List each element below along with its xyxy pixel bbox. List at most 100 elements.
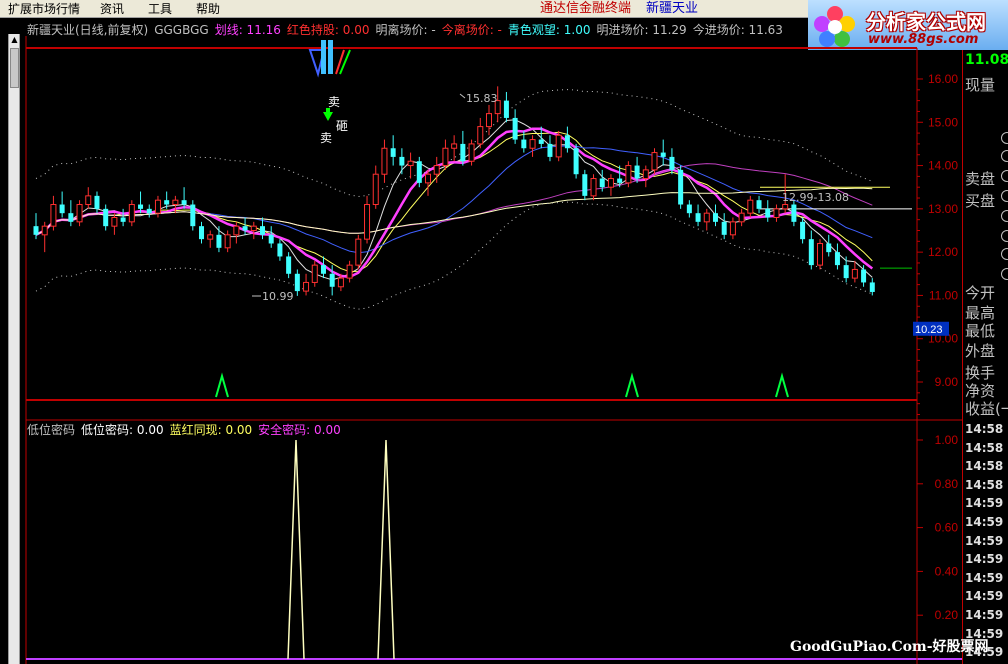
- indicator-safe-code: 安全密码: 0.00: [258, 423, 341, 437]
- tick-time: 14:58: [965, 440, 1004, 455]
- candle-body: [250, 225, 257, 231]
- candle: [678, 165, 684, 209]
- sub-tick-label: 0.20: [935, 608, 959, 622]
- candle-body: [207, 234, 214, 240]
- smash-label: 砸: [336, 119, 348, 133]
- candle: [442, 139, 449, 170]
- candle-body: [617, 178, 623, 183]
- sub-tick-label: 0.40: [935, 564, 959, 578]
- quote-row-indicator: [1001, 230, 1008, 242]
- candle: [703, 208, 710, 231]
- candle-body: [782, 204, 789, 210]
- price-tick-label: 13.00: [928, 202, 958, 216]
- watermark: GoodGuPiao.Com-好股票网: [790, 639, 989, 655]
- tick-time: 14:58: [965, 422, 1004, 436]
- candle: [224, 230, 231, 253]
- candle-body: [599, 178, 605, 188]
- candle-body: [538, 139, 544, 144]
- candle: [800, 217, 806, 244]
- candle: [582, 169, 588, 201]
- candle: [120, 208, 126, 227]
- candle-body: [233, 225, 240, 236]
- quote-label: 卖盘: [965, 170, 996, 188]
- candle: [372, 165, 379, 209]
- candle-body: [651, 152, 658, 171]
- candle-body: [791, 204, 797, 222]
- candle-body: [146, 208, 152, 214]
- title-exit-today: 今离场价: -: [441, 23, 502, 37]
- price-tick-label: 9.00: [935, 375, 959, 389]
- candle-body: [33, 226, 39, 235]
- candle: [399, 148, 405, 175]
- tick-time: 14:59: [965, 570, 1004, 585]
- candle: [250, 221, 257, 240]
- title-ggg: GGGBGG: [154, 23, 209, 37]
- candle-body: [190, 204, 196, 227]
- candle: [94, 191, 100, 214]
- candle-body: [68, 213, 74, 222]
- candle: [277, 239, 283, 261]
- candle-body: [154, 199, 161, 214]
- candle: [286, 252, 292, 279]
- candle-body: [138, 204, 144, 209]
- candle: [303, 273, 310, 296]
- candle-body: [573, 148, 579, 175]
- candle-body: [712, 213, 718, 222]
- candle-body: [277, 243, 283, 257]
- candle-body: [747, 199, 754, 214]
- quote-row-indicator: [1001, 210, 1008, 222]
- candle-body: [521, 139, 527, 149]
- candle: [512, 109, 518, 144]
- title-cyan-watch: 青色观望: 1.00: [507, 23, 591, 37]
- candlestick-series: [33, 86, 875, 296]
- candle: [68, 200, 74, 227]
- quote-label: 现量: [965, 76, 996, 94]
- candle: [834, 243, 840, 270]
- candle-body: [399, 156, 405, 166]
- candle-body: [582, 174, 588, 196]
- candle: [851, 260, 858, 283]
- candle: [625, 161, 632, 188]
- buy-signal-marker: [215, 372, 229, 398]
- candle-body: [773, 208, 780, 219]
- candle: [791, 200, 797, 227]
- candle-body: [451, 143, 458, 149]
- candle-body: [76, 204, 83, 223]
- candle: [364, 195, 371, 244]
- high-price-label: 15.83: [466, 92, 498, 105]
- candle-body: [303, 281, 310, 292]
- candle-body: [103, 208, 109, 227]
- sub-tick-label: 0.60: [935, 521, 959, 535]
- quote-label: 最低: [965, 322, 996, 340]
- candle: [138, 191, 144, 214]
- tick-time: 14:58: [965, 477, 1004, 492]
- candle-body: [721, 221, 727, 235]
- candle: [407, 152, 414, 179]
- quote-row-indicator: [1001, 248, 1008, 260]
- quote-label: 外盘: [965, 342, 996, 360]
- price-tick-label: 11.00: [929, 288, 958, 302]
- tick-time: 14:58: [965, 459, 1004, 474]
- main-chart-title: 新疆天业(日线,前复权) GGGBGG 划线: 11.16 红色持股: 0.00 明离场…: [27, 23, 789, 37]
- candle-body: [364, 204, 371, 240]
- candle-body: [381, 147, 388, 175]
- title-enter-today: 今进场价: 11.63: [692, 23, 783, 37]
- price-tick-label: 14.00: [928, 159, 958, 173]
- candle-body: [756, 200, 762, 209]
- kline-chart[interactable]: 15.8310.9912.99-13.08卖卖砸 16.0015.0014.00…: [0, 0, 962, 664]
- indicator-blue-red: 蓝红同现: 0.00: [169, 423, 253, 437]
- candle-body: [851, 268, 858, 279]
- candle: [311, 260, 318, 287]
- candle: [729, 217, 736, 240]
- candle-body: [808, 239, 814, 266]
- grid-layer: [25, 36, 962, 664]
- title-enter-tomorrow: 明进场价: 11.29: [596, 23, 687, 37]
- candle: [85, 187, 92, 209]
- indicator-name: 低位密码: [27, 423, 76, 437]
- tick-time: 14:59: [965, 552, 1004, 567]
- candle: [199, 221, 205, 244]
- candle-body: [50, 204, 57, 227]
- current-price: 11.08: [965, 52, 1008, 68]
- candle: [294, 269, 300, 296]
- title-exit-tomorrow: 明离场价: -: [375, 23, 436, 37]
